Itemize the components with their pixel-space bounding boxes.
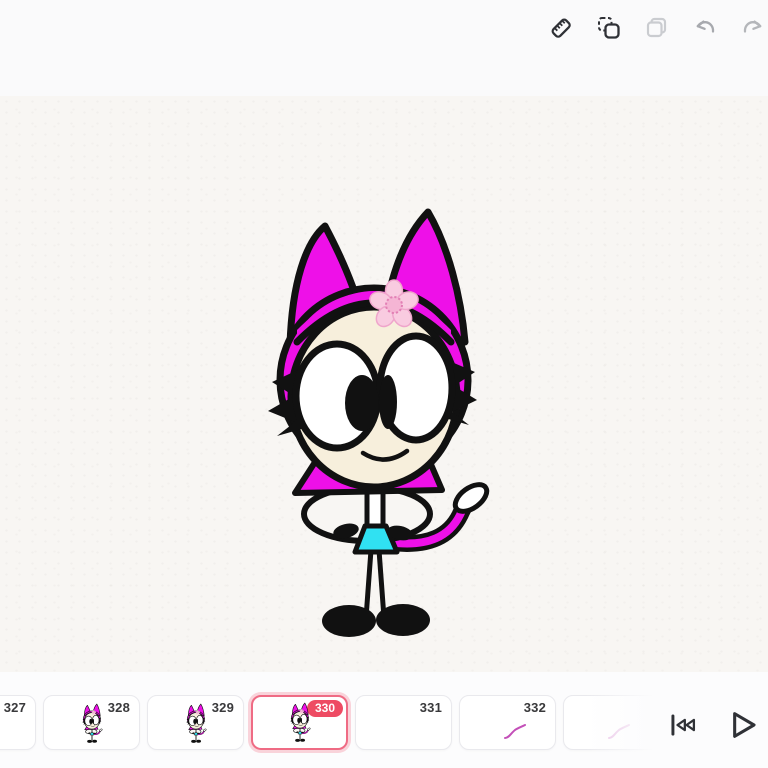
ruler-icon bbox=[551, 18, 571, 38]
skip-to-start-icon bbox=[671, 714, 696, 736]
cat-character-drawing bbox=[250, 190, 500, 650]
ruler-button[interactable] bbox=[547, 14, 575, 42]
skip-to-start-button[interactable] bbox=[664, 708, 700, 744]
drawing-canvas[interactable] bbox=[0, 96, 768, 672]
current-frame-badge: 330 bbox=[306, 700, 343, 717]
frame-number: 328 bbox=[107, 700, 130, 715]
timeline-frame-331[interactable]: 331 bbox=[355, 695, 452, 750]
frame-number: 331 bbox=[419, 700, 442, 715]
app-window: 327 328 329 330 331 332 bbox=[0, 0, 768, 768]
play-button[interactable] bbox=[722, 705, 762, 745]
timeline-frame-329[interactable]: 329 bbox=[147, 695, 244, 750]
frame-number: 332 bbox=[523, 700, 546, 715]
frame-thumbnail-character bbox=[184, 702, 207, 744]
redo-button[interactable] bbox=[739, 14, 767, 42]
undo-button[interactable] bbox=[691, 14, 719, 42]
duplicate-icon bbox=[646, 17, 667, 38]
frame-thumbnail-squiggle bbox=[608, 724, 630, 740]
paste-selection-icon bbox=[598, 17, 620, 39]
timeline-frame-327[interactable]: 327 bbox=[0, 695, 36, 750]
toolbar bbox=[0, 0, 768, 96]
play-icon bbox=[733, 712, 756, 738]
redo-icon bbox=[743, 20, 762, 33]
frame-number: 327 bbox=[3, 700, 26, 715]
timeline-frame-332[interactable]: 332 bbox=[459, 695, 556, 750]
toolbar-icon-row bbox=[547, 14, 768, 42]
timeline-bar: 327 328 329 330 331 332 bbox=[0, 672, 768, 768]
timeline-frame-330-selected[interactable]: 330 bbox=[251, 695, 348, 750]
undo-icon bbox=[696, 20, 715, 33]
duplicate-button[interactable] bbox=[643, 14, 671, 42]
frame-thumbnail-character bbox=[80, 702, 103, 744]
paste-selection-button[interactable] bbox=[595, 14, 623, 42]
frame-number: 329 bbox=[211, 700, 234, 715]
frame-thumbnail-character bbox=[288, 701, 311, 743]
frame-thumbnail-squiggle bbox=[504, 724, 526, 740]
timeline-frame-328[interactable]: 328 bbox=[43, 695, 140, 750]
timeline-frame-next[interactable] bbox=[563, 695, 660, 750]
